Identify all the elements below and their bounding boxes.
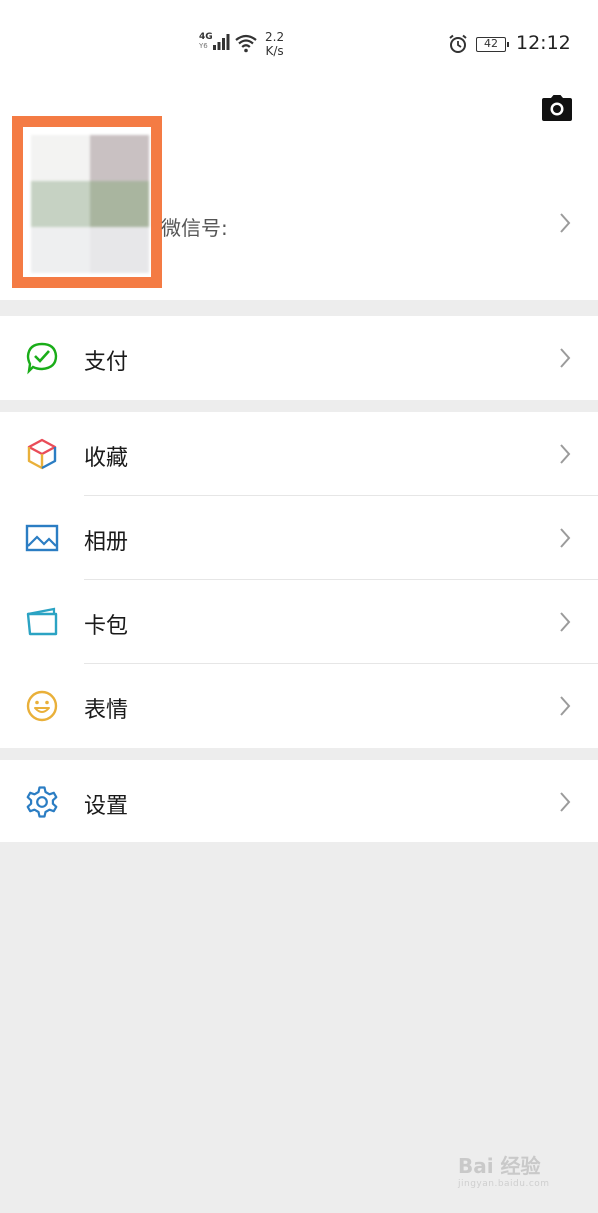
chevron-right-icon: [560, 792, 571, 812]
menu-group-content: 收藏 相册 卡包 表情: [0, 412, 598, 748]
menu-item-label: 卡包: [84, 614, 129, 639]
wifi-icon: [235, 34, 257, 53]
network-speed: 2.2 K/s: [265, 30, 285, 58]
clock: 12:12: [516, 32, 571, 54]
alarm-icon: [449, 34, 467, 53]
chevron-right-icon: [560, 348, 571, 368]
avatar[interactable]: [31, 135, 149, 273]
favorites-icon: [27, 438, 57, 470]
chevron-right-icon: [560, 444, 571, 464]
pay-icon: [26, 342, 58, 375]
album-icon: [25, 524, 59, 552]
signal-icon: [213, 34, 230, 50]
camera-icon[interactable]: [541, 94, 573, 122]
menu-item-cards[interactable]: 卡包: [0, 580, 598, 664]
menu-item-label: 设置: [84, 794, 129, 819]
menu-item-favorites[interactable]: 收藏: [0, 412, 598, 496]
menu-item-album[interactable]: 相册: [0, 496, 598, 580]
menu-group-settings: 设置: [0, 760, 598, 842]
settings-icon: [26, 786, 58, 818]
cards-icon: [26, 607, 58, 636]
chevron-right-icon: [560, 528, 571, 548]
menu-item-label: 支付: [84, 350, 129, 375]
chevron-right-icon: [560, 612, 571, 632]
highlighted-avatar-frame: [12, 116, 162, 288]
stickers-icon: [26, 690, 58, 722]
baidu-jingyan-watermark: Bai 经验 jingyan.baidu.com: [458, 1154, 550, 1189]
menu-item-label: 相册: [84, 530, 129, 555]
chevron-right-icon: [560, 696, 571, 716]
battery-indicator: 42: [476, 37, 509, 52]
chevron-right-icon[interactable]: [558, 212, 572, 234]
menu-item-label: 表情: [84, 698, 129, 723]
wechat-id-label: 微信号:: [161, 216, 228, 240]
menu-group-pay: 支付: [0, 316, 598, 400]
menu-item-pay[interactable]: 支付: [0, 316, 598, 400]
menu-item-settings[interactable]: 设置: [0, 760, 598, 842]
menu-item-stickers[interactable]: 表情: [0, 664, 598, 748]
menu-item-label: 收藏: [84, 446, 129, 471]
profile-header[interactable]: 微信号:: [0, 88, 598, 300]
status-bar: 4G Y6 2.2 K/s 42 12:12: [0, 0, 598, 88]
network-indicator: 4G Y6: [199, 32, 213, 51]
